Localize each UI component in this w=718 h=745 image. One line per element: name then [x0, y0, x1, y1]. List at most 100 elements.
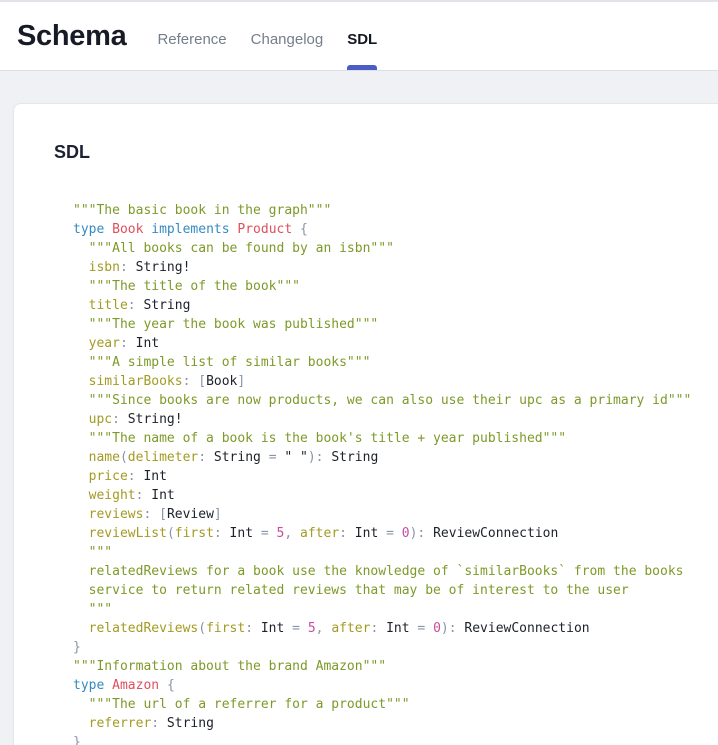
code-token-pun: : — [198, 450, 206, 465]
code-token-fld: referrer — [89, 716, 152, 731]
code-token-doc: """The basic book in the graph""" — [73, 203, 331, 218]
active-tab-underline — [347, 65, 377, 70]
code-line: """The title of the book""" — [73, 277, 718, 296]
code-token-pln: Review — [167, 507, 214, 522]
code-line: title: String — [73, 296, 718, 315]
code-token-pln: String — [324, 450, 379, 465]
code-token-pln — [73, 450, 89, 465]
code-token-pln — [292, 222, 300, 237]
tab-reference[interactable]: Reference — [157, 2, 226, 70]
code-token-pln — [73, 336, 89, 351]
code-token-fld: similarBooks — [89, 374, 183, 389]
code-line: service to return related reviews that m… — [73, 581, 718, 600]
code-token-pun: ( — [198, 621, 206, 636]
code-line: } — [73, 638, 718, 657]
code-token-pun: : — [128, 469, 136, 484]
code-token-pun: { — [167, 678, 175, 693]
code-line: weight: Int — [73, 486, 718, 505]
code-line: """All books can be found by an isbn""" — [73, 239, 718, 258]
code-token-pln: Int — [136, 469, 167, 484]
code-token-doc: """ — [73, 545, 112, 560]
code-token-pun: } — [73, 735, 81, 745]
code-token-pun: ] — [214, 507, 222, 522]
code-token-pun: : — [339, 526, 347, 541]
code-token-doc: """All books can be found by an isbn""" — [73, 241, 394, 256]
code-token-tn: Product — [237, 222, 292, 237]
code-token-kw: implements — [151, 222, 229, 237]
code-token-num: 0 — [433, 621, 441, 636]
code-line: relatedReviews for a book use the knowle… — [73, 562, 718, 581]
code-line: """ — [73, 543, 718, 562]
code-token-tn: Book — [112, 222, 143, 237]
code-line: reviews: [Review] — [73, 505, 718, 524]
code-token-fld: reviewList — [89, 526, 167, 541]
code-token-pun: , — [284, 526, 292, 541]
code-token-pln — [300, 621, 308, 636]
code-token-pun: ( — [167, 526, 175, 541]
code-token-fld: upc — [89, 412, 112, 427]
code-token-pun: : — [214, 526, 222, 541]
code-token-pln — [104, 678, 112, 693]
code-line: year: Int — [73, 334, 718, 353]
code-token-pln — [292, 526, 300, 541]
code-line: referrer: String — [73, 714, 718, 733]
code-token-pun: : — [120, 260, 128, 275]
page-title: Schema — [17, 20, 126, 53]
code-line: price: Int — [73, 467, 718, 486]
code-line: """A simple list of similar books""" — [73, 353, 718, 372]
code-token-pln: String! — [120, 412, 183, 427]
code-token-pln — [73, 526, 89, 541]
code-line: """The year the book was published""" — [73, 315, 718, 334]
code-token-doc: service to return related reviews that m… — [73, 583, 629, 598]
tab-changelog[interactable]: Changelog — [251, 2, 324, 70]
code-token-pln: Int — [222, 526, 261, 541]
sdl-code: """The basic book in the graph"""type Bo… — [73, 201, 718, 745]
code-token-pun: : — [245, 621, 253, 636]
code-line: """Information about the brand Amazon""" — [73, 657, 718, 676]
code-line: isbn: String! — [73, 258, 718, 277]
code-line: upc: String! — [73, 410, 718, 429]
code-token-pun: : — [151, 716, 159, 731]
code-token-pun: ] — [237, 374, 245, 389]
code-token-pln: String — [136, 298, 191, 313]
code-token-pln — [73, 298, 89, 313]
code-token-pln: Int — [253, 621, 292, 636]
code-token-pun: ): — [441, 621, 457, 636]
tab-sdl[interactable]: SDL — [347, 2, 377, 70]
code-token-pln — [159, 678, 167, 693]
code-token-pln — [269, 526, 277, 541]
code-token-pln: Int — [143, 488, 174, 503]
code-token-num: 5 — [308, 621, 316, 636]
code-token-doc: """The url of a referrer for a product""… — [73, 697, 410, 712]
code-token-doc: """Information about the brand Amazon""" — [73, 659, 386, 674]
code-token-doc: """The name of a book is the book's titl… — [73, 431, 566, 446]
card-heading: SDL — [54, 140, 718, 164]
code-token-pun: } — [73, 640, 81, 655]
code-token-fld: title — [89, 298, 128, 313]
code-token-pun: : — [112, 412, 120, 427]
code-line: """The name of a book is the book's titl… — [73, 429, 718, 448]
tab-label: SDL — [347, 31, 377, 48]
code-token-doc: relatedReviews for a book use the knowle… — [73, 564, 683, 579]
code-line: name(delimeter: String = " "): String — [73, 448, 718, 467]
code-token-doc: """Since books are now products, we can … — [73, 393, 691, 408]
code-line: } — [73, 733, 718, 745]
code-token-doc: """The year the book was published""" — [73, 317, 378, 332]
tab-label: Reference — [157, 31, 226, 48]
code-line: """The url of a referrer for a product""… — [73, 695, 718, 714]
code-token-pun: ): — [410, 526, 426, 541]
code-token-pun: = — [292, 621, 300, 636]
code-token-pun: [ — [198, 374, 206, 389]
code-token-tn: Amazon — [112, 678, 159, 693]
code-token-pln — [73, 412, 89, 427]
code-token-num: 0 — [402, 526, 410, 541]
code-token-fld: year — [89, 336, 120, 351]
code-line: type Amazon { — [73, 676, 718, 695]
code-token-pun: [ — [159, 507, 167, 522]
code-token-pun: : — [128, 298, 136, 313]
code-token-pln — [73, 374, 89, 389]
code-token-doc: """ — [73, 602, 112, 617]
code-line: reviewList(first: Int = 5, after: Int = … — [73, 524, 718, 543]
code-token-pln — [425, 621, 433, 636]
code-token-pln — [73, 716, 89, 731]
